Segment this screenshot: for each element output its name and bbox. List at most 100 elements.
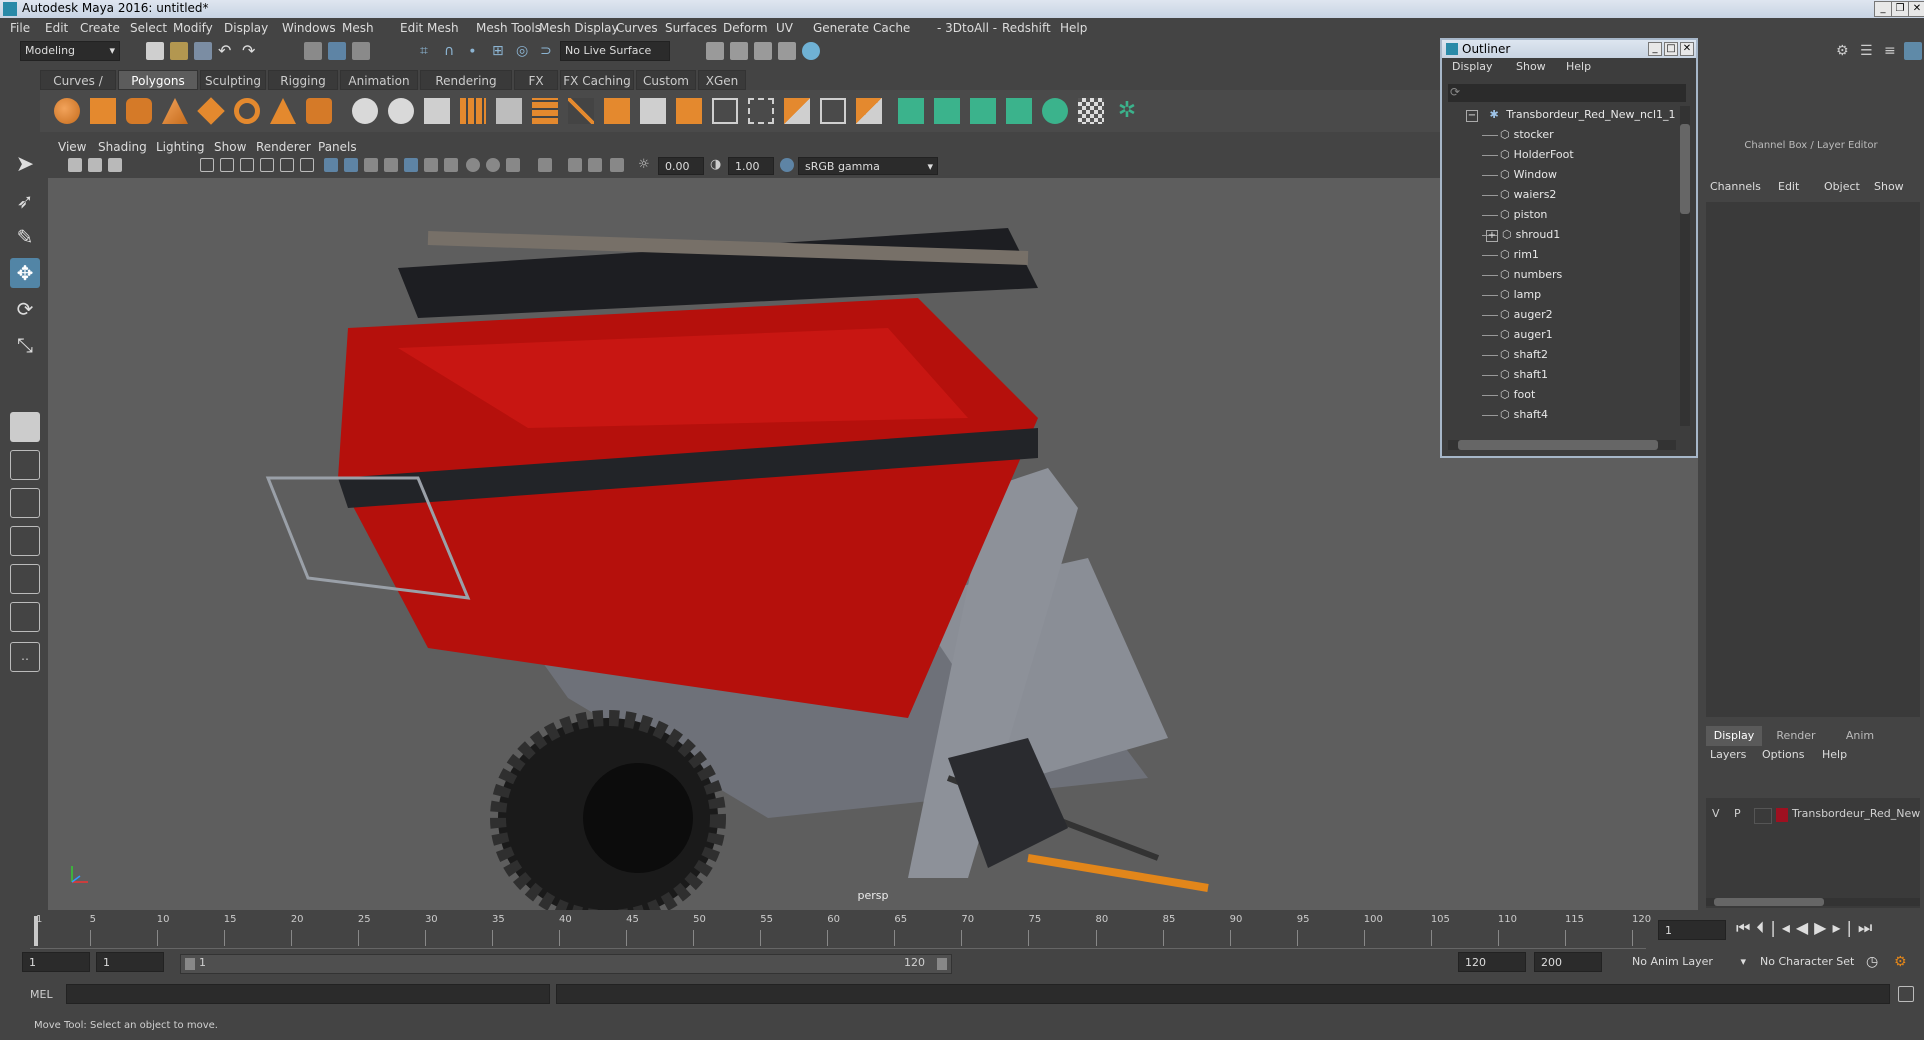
xray-joints-icon[interactable] [588, 158, 602, 172]
rotate-tool-icon[interactable]: ⟳ [10, 294, 40, 324]
layout-more-icon[interactable]: ‥ [10, 642, 40, 672]
move-tool-icon[interactable]: ✥ [10, 258, 40, 288]
menu-file[interactable]: File [10, 21, 30, 35]
safe-action-icon[interactable] [300, 158, 314, 172]
shelf-tab-animation[interactable]: Animation [340, 70, 418, 90]
channel-box-menu-channels[interactable]: Channels [1710, 180, 1761, 193]
planar-mapping-icon[interactable] [898, 98, 924, 124]
redo-icon[interactable]: ↷ [242, 42, 260, 60]
view-transform-dropdown[interactable]: sRGB gamma ▾ [798, 157, 938, 175]
select-by-hierarchy-icon[interactable] [304, 42, 322, 60]
shelf-tab-fx[interactable]: FX [514, 70, 558, 90]
poly-plane-icon[interactable] [197, 97, 225, 125]
anim-start-field[interactable]: 1 [22, 952, 90, 972]
layer-playback-toggle[interactable]: P [1734, 807, 1741, 820]
outliner-maximize-button[interactable]: □ [1664, 42, 1678, 56]
snap-live-icon[interactable]: ◎ [516, 42, 534, 60]
channel-box-menu-edit[interactable]: Edit [1778, 180, 1799, 193]
outliner-menu-help[interactable]: Help [1566, 60, 1591, 73]
outliner-item[interactable]: ⬡ waiers2 [1482, 186, 1556, 204]
hscrollbar-thumb[interactable] [1458, 440, 1658, 450]
outliner-vertical-scrollbar[interactable] [1680, 106, 1690, 426]
display-layer-row[interactable]: V P Transbordeur_Red_New [1706, 806, 1920, 824]
average-vertices-icon[interactable] [496, 98, 522, 124]
panel-menu-lighting[interactable]: Lighting [156, 140, 205, 154]
fill-hole-icon[interactable] [712, 98, 738, 124]
layer-color-swatch[interactable] [1776, 808, 1788, 822]
outliner-item[interactable]: ⬡ shaft2 [1482, 346, 1548, 364]
outliner-item[interactable]: ⬡ auger2 [1482, 306, 1553, 324]
play-forward-icon[interactable]: ▶ [1814, 918, 1832, 937]
layer-visibility-toggle[interactable]: V [1712, 807, 1720, 820]
single-perspective-layout-icon[interactable] [10, 412, 40, 442]
shelf-tab-rendering[interactable]: Rendering [420, 70, 512, 90]
anti-aliasing-icon[interactable] [506, 158, 520, 172]
lasso-tool-icon[interactable]: ➶ [10, 186, 40, 216]
restore-button[interactable]: ❐ [1891, 1, 1909, 17]
outliner-close-button[interactable]: ✕ [1680, 42, 1694, 56]
shade-default-material-icon[interactable] [364, 158, 378, 172]
outliner-item[interactable]: ⬡ Window [1482, 166, 1557, 184]
time-slider[interactable]: 1 5 10 15 20 25 30 35 40 45 50 55 60 65 70 75 80 85 90 95 10… [0, 912, 1924, 949]
unfold-icon[interactable]: ✲ [1114, 98, 1140, 124]
uv-editor-icon[interactable] [1042, 98, 1068, 124]
range-bar[interactable]: 1 120 [180, 954, 952, 974]
close-button[interactable]: ✕ [1908, 1, 1924, 17]
poly-pyramid-icon[interactable] [270, 98, 296, 124]
persp-graph-layout-icon[interactable] [10, 526, 40, 556]
outliner-menu-display[interactable]: Display [1452, 60, 1493, 73]
checker-map-icon[interactable] [1078, 98, 1104, 124]
layer-tab-render[interactable]: Render [1768, 726, 1824, 746]
menu-create[interactable]: Create [80, 21, 120, 35]
layer-name[interactable]: Transbordeur_Red_New [1792, 807, 1920, 820]
paint-select-tool-icon[interactable]: ✎ [10, 222, 40, 252]
layer-tab-display[interactable]: Display [1706, 726, 1762, 746]
magnet-icon[interactable]: ⊃ [540, 42, 558, 60]
shelf-tab-polygons[interactable]: Polygons [118, 70, 198, 90]
bevel-icon[interactable] [640, 98, 666, 124]
render-current-frame-icon[interactable] [730, 42, 748, 60]
layer-menu-layers[interactable]: Layers [1710, 748, 1746, 761]
outliner-item[interactable]: + ⬡ shroud1 [1482, 226, 1560, 244]
menu-cache[interactable]: Cache [873, 21, 910, 35]
tree-root-item[interactable]: − ✱ Transbordeur_Red_New_ncl1_1 [1466, 106, 1676, 124]
exposure-field[interactable]: 0.00 [658, 157, 704, 175]
select-by-object-icon[interactable] [328, 42, 346, 60]
channel-box-area[interactable] [1706, 202, 1920, 717]
outliner-layout-icon[interactable] [10, 602, 40, 632]
playback-end-field[interactable]: 120 [1458, 952, 1526, 972]
bookmark-icon[interactable] [108, 158, 122, 172]
layer-type-toggle[interactable] [1754, 808, 1772, 824]
poly-cone-icon[interactable] [162, 98, 188, 124]
outliner-minimize-button[interactable]: _ [1648, 42, 1662, 56]
shelf-tab-curves-surfaces[interactable]: Curves / Surfaces [40, 70, 116, 108]
menu-redshift[interactable]: Redshift [1002, 21, 1051, 35]
color-management-icon[interactable] [780, 158, 794, 172]
scale-tool-icon[interactable]: ⤡ [10, 330, 40, 360]
outliner-item[interactable]: ⬡ shaft4 [1482, 406, 1548, 424]
modeling-toolkit-icon[interactable]: ⚙ [1836, 42, 1854, 60]
anim-layer-dropdown[interactable]: No Anim Layer ▾ [1626, 952, 1750, 972]
field-chart-icon[interactable] [280, 158, 294, 172]
character-set-dropdown[interactable]: No Character Set [1754, 952, 1872, 972]
shadows-icon[interactable] [444, 158, 458, 172]
combine-icon[interactable] [352, 98, 378, 124]
select-by-component-icon[interactable] [352, 42, 370, 60]
range-end-handle[interactable] [937, 958, 947, 970]
layer-scrollbar-thumb[interactable] [1714, 898, 1824, 906]
layer-menu-options[interactable]: Options [1762, 748, 1804, 761]
save-scene-icon[interactable] [194, 42, 212, 60]
outliner-titlebar[interactable]: Outliner _ □ ✕ [1442, 40, 1696, 58]
anim-end-field[interactable]: 200 [1534, 952, 1602, 972]
shelf-tab-fx-caching[interactable]: FX Caching [560, 70, 634, 90]
offset-edge-loop-icon[interactable] [748, 98, 774, 124]
command-language-label[interactable]: MEL [30, 988, 53, 1001]
attribute-editor-icon[interactable]: ☰ [1860, 42, 1878, 60]
ambient-occlusion-icon[interactable] [466, 158, 480, 172]
channel-box-menu-object[interactable]: Object [1824, 180, 1860, 193]
select-tool-icon[interactable]: ➤ [10, 150, 40, 180]
multi-cut-icon[interactable] [568, 98, 594, 124]
animation-preferences-icon[interactable]: ⚙ [1894, 954, 1912, 972]
isolate-select-icon[interactable] [538, 158, 552, 172]
minimize-button[interactable]: _ [1874, 1, 1892, 17]
